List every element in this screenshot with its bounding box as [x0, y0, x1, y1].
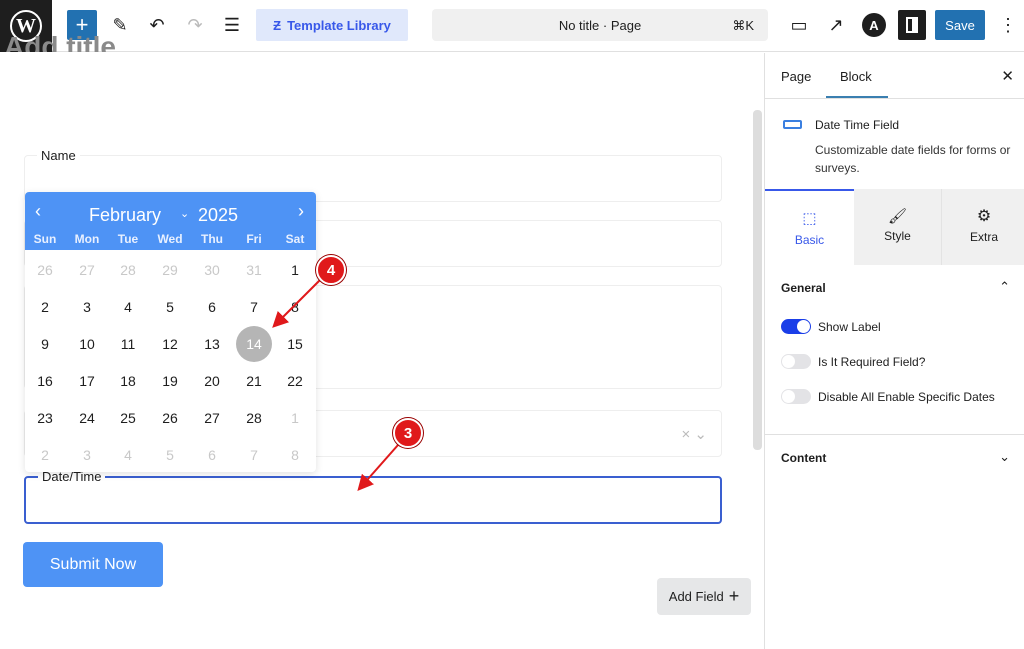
subtab-extra[interactable]: ⚙ Extra [943, 189, 1024, 265]
tab-block[interactable]: Block [840, 69, 872, 84]
arrow-3 [357, 444, 399, 491]
save-button[interactable]: Save [935, 10, 985, 40]
toggle-switch[interactable] [781, 389, 811, 404]
content-section-header[interactable]: Content [781, 451, 826, 465]
general-section-header[interactable]: General [781, 281, 826, 295]
tab-page[interactable]: Page [781, 69, 811, 84]
toggle-switch[interactable] [781, 319, 811, 334]
close-icon[interactable]: ✕ [1001, 67, 1014, 85]
settings-sidebar: Page Block ✕ Date Time Field Customizabl… [764, 53, 1024, 649]
astra-logo-icon[interactable]: A [862, 13, 886, 37]
arrow-4 [272, 279, 321, 328]
toggle-label: Show Label [818, 320, 881, 334]
subtab-basic[interactable]: ⬚ Basic [765, 189, 854, 265]
subtabs: ⬚ Basic 🖌 Style ⚙ Extra [765, 189, 1024, 265]
date-time-block-icon [783, 120, 802, 129]
more-options-icon[interactable]: ⋮ [999, 10, 1017, 40]
cursor-select-icon: ⬚ [802, 210, 817, 227]
annotation-arrows [272, 279, 399, 491]
chevron-up-icon[interactable]: ⌃ [999, 279, 1010, 295]
external-link-icon[interactable]: ↗ [822, 10, 850, 40]
gear-icon: ⚙ [976, 208, 992, 225]
subtab-style[interactable]: 🖌 Style [854, 189, 942, 265]
toggle-label: Is It Required Field? [818, 355, 926, 369]
toggle-switch[interactable] [781, 354, 811, 369]
block-title: Date Time Field [815, 118, 900, 132]
sidebar-icon [906, 17, 918, 33]
preview-device-icon[interactable]: ▭ [785, 10, 813, 40]
block-description: Customizable date fields for forms or su… [815, 143, 1011, 175]
settings-panel-toggle[interactable] [898, 10, 926, 40]
chevron-down-icon[interactable]: ⌄ [999, 449, 1010, 465]
annotation-badge: 4 [316, 255, 346, 285]
brush-icon: 🖌 [887, 208, 908, 225]
toggle-label: Disable All Enable Specific Dates [818, 390, 995, 404]
annotation-badge: 3 [393, 418, 423, 448]
